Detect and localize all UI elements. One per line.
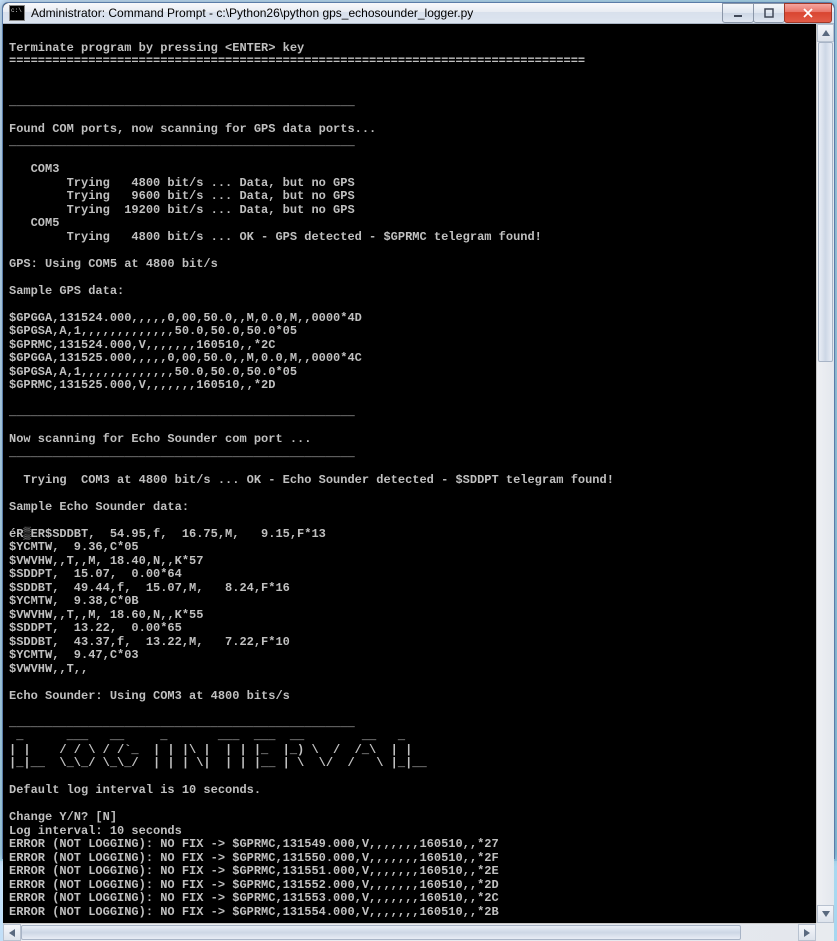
bottom-scroll-row bbox=[3, 923, 834, 941]
horizontal-scroll-track[interactable] bbox=[21, 924, 798, 941]
vertical-scrollbar[interactable] bbox=[816, 24, 834, 923]
console-area: Terminate program by pressing <ENTER> ke… bbox=[3, 24, 834, 923]
horizontal-scrollbar[interactable] bbox=[3, 923, 816, 941]
window-title: Administrator: Command Prompt - c:\Pytho… bbox=[31, 6, 723, 20]
scroll-left-button[interactable] bbox=[3, 924, 21, 941]
close-button[interactable] bbox=[784, 3, 832, 23]
vertical-scroll-track[interactable] bbox=[817, 42, 834, 905]
minimize-button[interactable] bbox=[722, 3, 754, 23]
cmd-icon bbox=[9, 5, 25, 21]
scroll-up-button[interactable] bbox=[817, 24, 834, 42]
window-controls bbox=[723, 3, 832, 23]
resize-grip[interactable] bbox=[816, 923, 834, 941]
scroll-right-button[interactable] bbox=[798, 924, 816, 941]
vertical-scroll-thumb[interactable] bbox=[818, 42, 833, 362]
maximize-button[interactable] bbox=[753, 3, 785, 23]
horizontal-scroll-thumb[interactable] bbox=[21, 925, 741, 940]
titlebar[interactable]: Administrator: Command Prompt - c:\Pytho… bbox=[3, 3, 834, 24]
command-prompt-window: Administrator: Command Prompt - c:\Pytho… bbox=[2, 2, 835, 859]
console-output[interactable]: Terminate program by pressing <ENTER> ke… bbox=[3, 24, 816, 923]
scroll-down-button[interactable] bbox=[817, 905, 834, 923]
